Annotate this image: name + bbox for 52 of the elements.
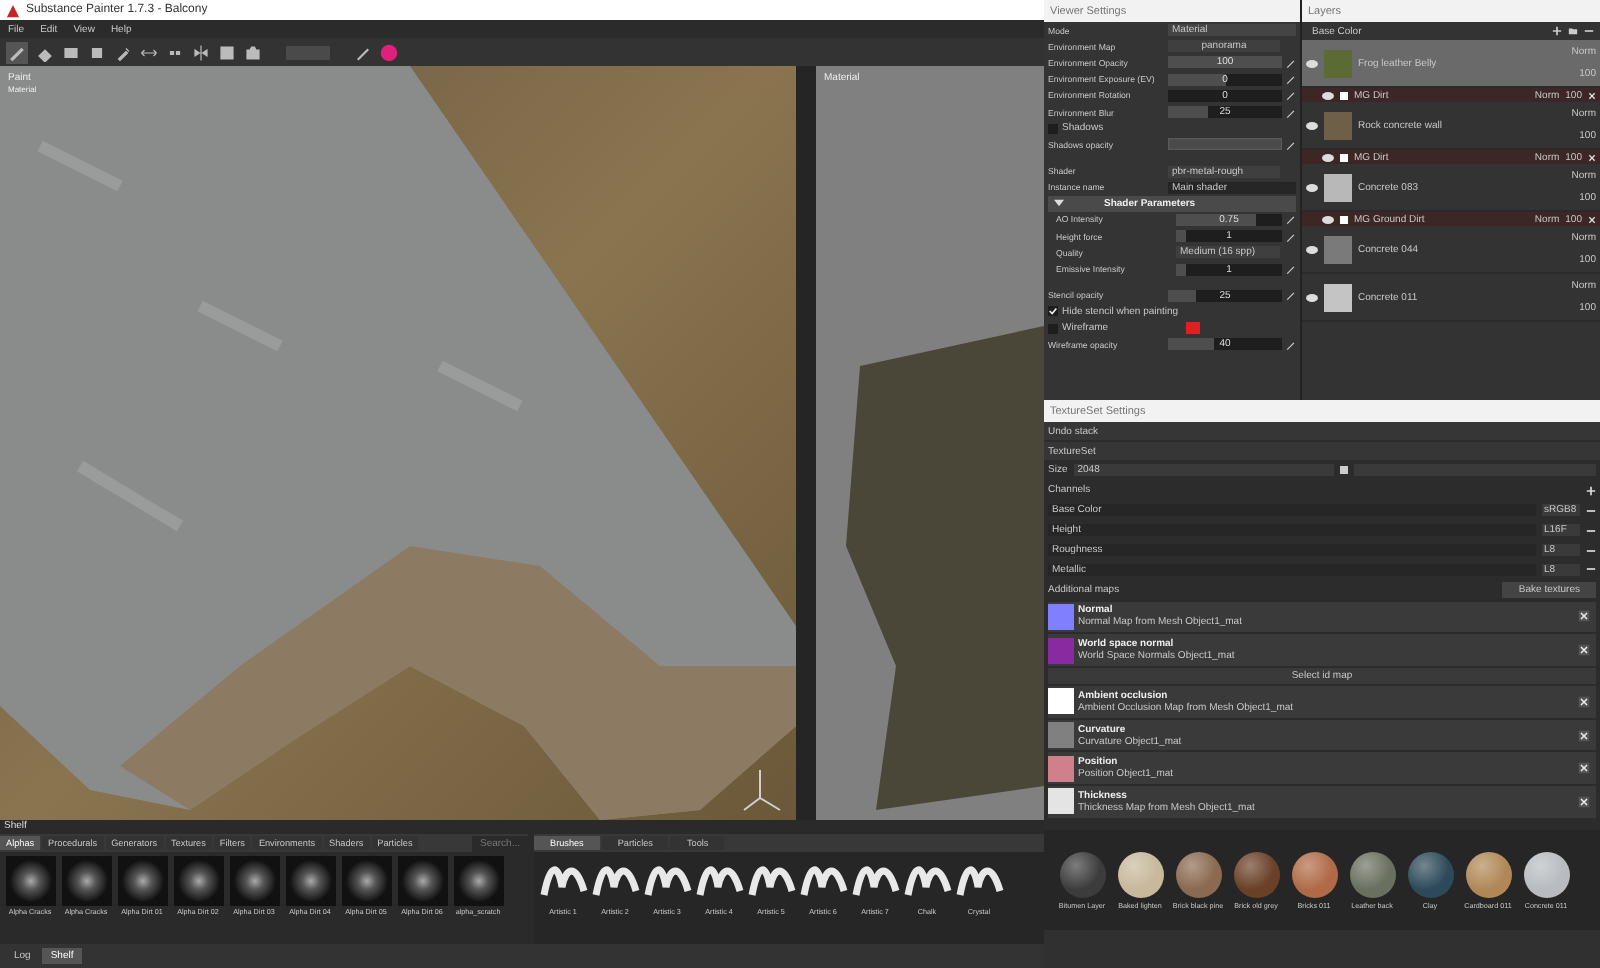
eye-icon[interactable] (1306, 245, 1318, 253)
pen-icon[interactable] (1286, 290, 1296, 301)
alpha-thumbnail[interactable] (117, 856, 167, 906)
material-sphere[interactable] (1117, 851, 1163, 897)
eye-icon[interactable] (1322, 153, 1334, 161)
square-icon[interactable] (88, 43, 106, 61)
effect-icon (1340, 215, 1348, 223)
pen-icon[interactable] (1286, 339, 1296, 350)
eye-icon[interactable] (1306, 293, 1318, 301)
add-layer-icon[interactable] (1552, 26, 1562, 36)
close-icon[interactable] (1578, 762, 1590, 775)
alpha-thumbnail[interactable] (453, 856, 503, 906)
eye-icon[interactable] (1306, 121, 1318, 129)
alpha-thumbnail[interactable] (285, 856, 335, 906)
eye-icon[interactable] (1322, 91, 1334, 99)
circle-icon[interactable] (380, 43, 398, 61)
eye-icon[interactable] (1306, 183, 1318, 191)
alpha-thumbnail[interactable] (61, 856, 111, 906)
close-icon[interactable] (1588, 153, 1596, 161)
material-sphere[interactable] (1523, 851, 1569, 897)
close-icon[interactable] (1588, 91, 1596, 99)
close-icon[interactable] (1578, 610, 1590, 623)
pipette-icon[interactable] (114, 43, 132, 61)
material-sphere[interactable] (1349, 851, 1395, 897)
pen-icon[interactable] (354, 43, 372, 61)
alpha-thumbnail[interactable] (341, 856, 391, 906)
close-icon[interactable] (1578, 644, 1590, 657)
alpha-thumbnail[interactable] (173, 856, 223, 906)
close-icon[interactable] (1578, 729, 1590, 742)
alpha-thumbnail[interactable] (229, 856, 279, 906)
minus-icon[interactable] (1584, 26, 1594, 36)
alpha-thumbnail[interactable] (397, 856, 447, 906)
camera-icon[interactable] (244, 43, 262, 61)
alpha-thumbnail[interactable] (5, 856, 55, 906)
color-swatch[interactable] (1186, 322, 1200, 335)
checkbox[interactable] (1048, 306, 1058, 317)
effect-icon (1340, 153, 1348, 161)
material-sphere[interactable] (1175, 851, 1221, 897)
close-icon[interactable] (1578, 795, 1590, 808)
add-icon[interactable] (1586, 485, 1596, 496)
pen-icon[interactable] (1286, 264, 1296, 275)
close-icon[interactable] (1578, 695, 1590, 708)
close-icon[interactable] (1588, 215, 1596, 223)
axis-gizmo-icon (743, 769, 781, 811)
folder-icon[interactable] (1568, 26, 1578, 36)
brush-icon[interactable] (6, 41, 28, 63)
material-sphere[interactable] (1291, 851, 1337, 897)
material-sphere[interactable] (1465, 851, 1511, 897)
eye-icon[interactable] (1322, 215, 1334, 223)
pen-icon[interactable] (1286, 139, 1296, 150)
symmetry-icon[interactable] (192, 43, 210, 61)
effect-icon (1340, 91, 1348, 99)
